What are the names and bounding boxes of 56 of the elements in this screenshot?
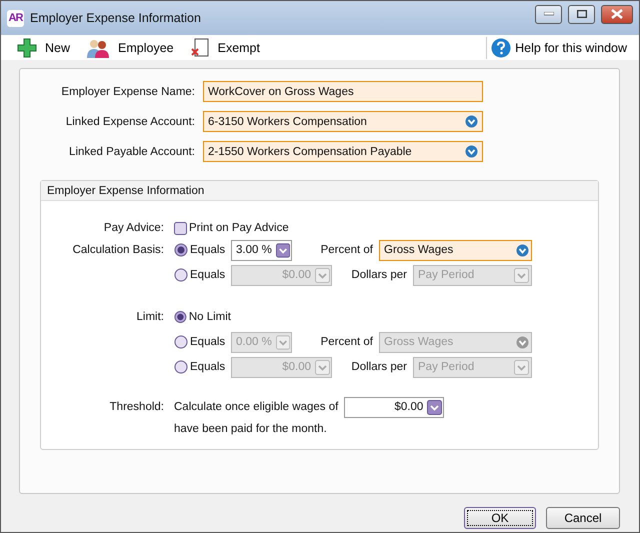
- field-label: Threshold:: [108, 401, 164, 413]
- threshold-text: have been paid for the month.: [174, 423, 327, 435]
- field-label: Linked Payable Account:: [68, 146, 195, 158]
- field-label: Dollars per: [351, 361, 407, 373]
- radio-button[interactable]: [174, 360, 188, 374]
- dropdown-field[interactable]: 6-3150 Workers Compensation: [203, 111, 483, 132]
- maximize-button[interactable]: [568, 4, 595, 24]
- maximize-icon: [576, 10, 586, 18]
- toolbar-button[interactable]: New: [17, 38, 70, 58]
- window-title: Employer Expense Information: [30, 11, 202, 25]
- radio-button[interactable]: [174, 268, 188, 282]
- plus-icon: [17, 38, 37, 58]
- text-field[interactable]: WorkCover on Gross Wages: [203, 81, 483, 102]
- help-icon: [491, 38, 512, 58]
- group-title: Employer Expense Information: [41, 181, 598, 201]
- caret-icon[interactable]: [276, 242, 290, 258]
- checkbox[interactable]: [174, 222, 187, 234]
- field-label: Percent of: [320, 244, 373, 256]
- field-label: Calculation Basis:: [72, 244, 164, 256]
- radio-label: Equals: [190, 269, 226, 281]
- dropdown-icon[interactable]: [516, 244, 529, 256]
- close-button[interactable]: [601, 4, 633, 24]
- radio-button[interactable]: [174, 243, 188, 257]
- radio-label: Equals: [190, 244, 226, 256]
- caret-icon[interactable]: [427, 400, 442, 414]
- amount-field[interactable]: 3.00 %: [231, 240, 292, 260]
- toolbar-button[interactable]: Employee: [86, 38, 174, 58]
- radio-label: Equals: [190, 361, 226, 373]
- minimize-button[interactable]: [535, 4, 562, 24]
- dropdown-field[interactable]: Gross Wages: [379, 240, 532, 260]
- dialog-button[interactable]: OK: [464, 507, 536, 529]
- people-icon: [86, 38, 110, 58]
- field-label: Percent of: [320, 336, 373, 348]
- dropdown-field[interactable]: 2-1550 Workers Compensation Payable: [203, 141, 483, 162]
- close-icon: [611, 9, 623, 19]
- dropdown-icon[interactable]: [516, 336, 529, 348]
- radio-button[interactable]: [174, 310, 187, 324]
- checkbox-label: Print on Pay Advice: [189, 222, 289, 234]
- help-button[interactable]: Help for this window: [486, 36, 639, 58]
- field-label: Linked Expense Account:: [64, 116, 195, 128]
- field-label: Dollars per: [351, 269, 407, 281]
- radio-button[interactable]: [174, 335, 188, 349]
- toolbar-button[interactable]: Exempt: [190, 38, 260, 58]
- dropdown-icon[interactable]: [465, 115, 478, 128]
- document-x-icon: [190, 38, 210, 58]
- app-logo: AR: [7, 10, 24, 26]
- radio-label: No Limit: [188, 311, 231, 323]
- threshold-text: Calculate once eligible wages of: [174, 401, 338, 413]
- minimize-icon: [544, 12, 554, 16]
- dialog-button[interactable]: Cancel: [546, 507, 620, 529]
- radio-label: Equals: [190, 336, 226, 348]
- field-label: Pay Advice:: [102, 222, 164, 234]
- amount-field[interactable]: $0.00: [344, 396, 444, 418]
- dropdown-icon[interactable]: [465, 145, 478, 158]
- field-label: Employer Expense Name:: [60, 86, 195, 98]
- field-label: Limit:: [136, 311, 164, 323]
